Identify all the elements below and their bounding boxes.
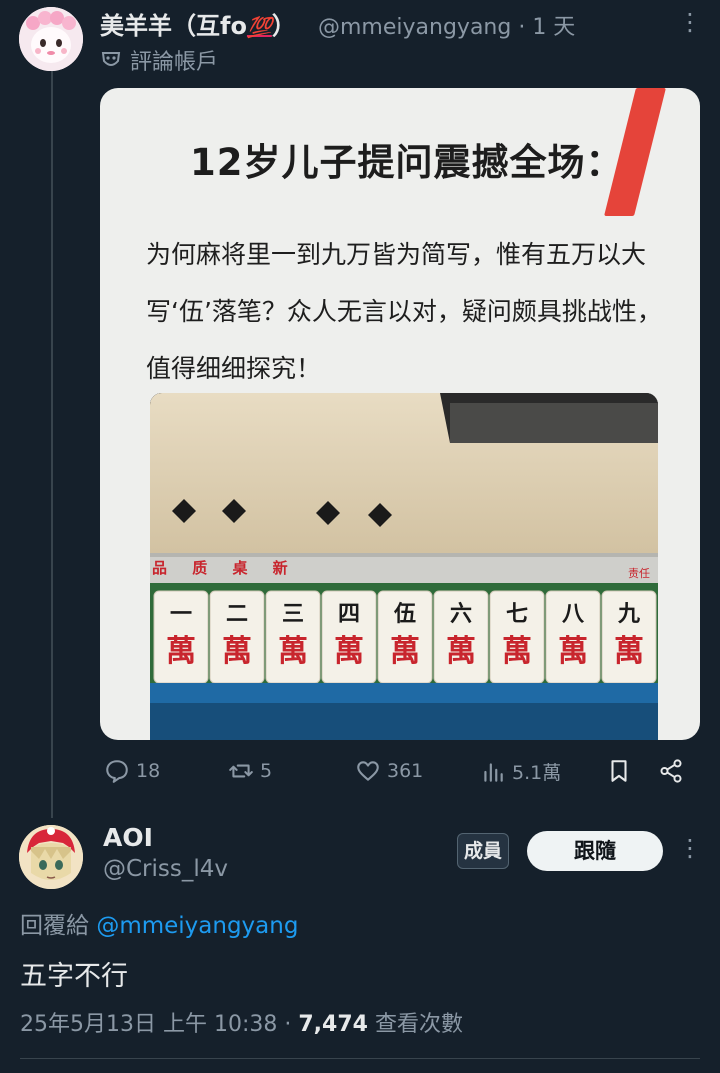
tile-number-label: 八	[562, 601, 585, 627]
like-count: 361	[387, 760, 424, 782]
replying-to-label: 回覆給	[20, 913, 89, 939]
reply-action[interactable]: 18	[104, 758, 160, 784]
bookmark-icon	[611, 760, 627, 782]
poster-name-close: ）	[271, 12, 296, 40]
tile-number-label: 七	[506, 601, 528, 627]
reply-meta: 25年5月13日 上午 10:38 · 7,474 查看次數	[20, 1006, 463, 1038]
share-action[interactable]	[658, 758, 684, 784]
repost-count: 5	[260, 760, 273, 782]
bottom-divider	[20, 1058, 700, 1059]
poster-handle-row: @mmeiyangyang · 1 天	[318, 9, 575, 41]
bookmark-action[interactable]	[606, 758, 632, 784]
rack-print-right: 责任	[628, 567, 650, 580]
reply-more-icon[interactable]: ⋮	[678, 834, 702, 864]
replier-avatar[interactable]	[19, 825, 83, 889]
mahjong-tile: 二萬	[209, 590, 265, 684]
views-action[interactable]: 5.1萬	[480, 758, 561, 785]
mahjong-photo: 品 质 桌 新 责任 一萬二萬三萬四萬伍萬六萬七萬八萬九萬	[150, 393, 658, 740]
mahjong-tile: 四萬	[321, 590, 377, 684]
replier-handle[interactable]: @Criss_l4v	[103, 856, 228, 882]
tile-number-label: 三	[282, 601, 304, 627]
account-label: 評論帳戶	[130, 50, 219, 75]
reply-timestamp[interactable]: 25年5月13日 上午 10:38 ·	[20, 1012, 298, 1037]
tile-wan-label: 萬	[614, 634, 644, 669]
tile-number-label: 伍	[393, 601, 416, 627]
mahjong-tile: 九萬	[601, 590, 657, 684]
tile-wan-label: 萬	[390, 634, 420, 669]
reply-count: 18	[136, 760, 161, 782]
reply-views-count: 7,474	[298, 1012, 368, 1037]
mask-icon	[100, 49, 122, 71]
views-bar-chart-icon	[484, 762, 503, 782]
tile-wan-label: 萬	[502, 634, 532, 669]
replier-name[interactable]: AOI	[103, 823, 153, 852]
rack-print-text: 品 质 桌 新	[152, 559, 298, 577]
tile-wan-label: 萬	[166, 634, 196, 669]
mahjong-tile: 三萬	[265, 590, 321, 684]
tile-wan-label: 萬	[222, 634, 252, 669]
post-media-image[interactable]: 12岁儿子提问震撼全场： 为何麻将里一到九万皆为简写，惟有五万以大写‘伍’落笔？…	[100, 88, 700, 740]
tile-wan-label: 萬	[446, 634, 476, 669]
tile-number-label: 六	[450, 601, 472, 627]
repost-action[interactable]: 5	[228, 758, 272, 784]
hundred-emoji: 💯	[246, 15, 272, 39]
views-count: 5.1萬	[512, 762, 562, 784]
mahjong-tile: 七萬	[489, 590, 545, 684]
share-icon	[660, 759, 682, 783]
replying-to-mention[interactable]: @mmeiyangyang	[96, 913, 298, 939]
poster-handle[interactable]: @mmeiyangyang	[318, 15, 511, 40]
heart-icon	[357, 761, 379, 781]
media-body-text: 为何麻将里一到九万皆为简写，惟有五万以大写‘伍’落笔？众人无言以对，疑问颇具挑战…	[146, 240, 662, 383]
thread-connector-line	[51, 70, 53, 818]
post-more-icon[interactable]: ⋮	[678, 8, 702, 38]
post-time[interactable]: · 1 天	[518, 15, 575, 40]
media-title: 12岁儿子提问震撼全场：	[190, 141, 624, 184]
tile-number-label: 二	[226, 601, 248, 627]
post-action-bar: 18 5 361 5.1萬	[100, 758, 700, 790]
poster-avatar[interactable]	[19, 7, 83, 71]
reply-text: 五字不行	[20, 961, 128, 992]
tile-number-label: 四	[338, 601, 360, 627]
poster-name-text: 美羊羊（互fo	[100, 12, 247, 40]
mahjong-tile: 伍萬	[377, 590, 433, 684]
follow-button[interactable]: 跟隨	[527, 831, 663, 871]
reply-bubble-icon	[106, 760, 128, 783]
like-action[interactable]: 361	[355, 758, 423, 784]
tile-wan-label: 萬	[334, 634, 364, 669]
reply-views-label: 查看次數	[367, 1012, 463, 1037]
member-badge: 成員	[457, 833, 509, 869]
tile-number-label: 九	[617, 601, 640, 627]
tile-wan-label: 萬	[558, 634, 588, 669]
mahjong-tile: 六萬	[433, 590, 489, 684]
mahjong-tile: 一萬	[153, 590, 209, 684]
tile-wan-label: 萬	[278, 634, 308, 669]
repost-icon	[229, 764, 253, 778]
tile-number-label: 一	[170, 601, 192, 627]
mahjong-tile: 八萬	[545, 590, 601, 684]
replying-to-line: 回覆給 @mmeiyangyang	[20, 906, 298, 940]
poster-display-name[interactable]: 美羊羊（互fo💯）	[100, 6, 296, 41]
mahjong-photo-svg: 品 质 桌 新 责任 一萬二萬三萬四萬伍萬六萬七萬八萬九萬	[150, 393, 658, 740]
account-label-row: 評論帳戶	[100, 44, 218, 76]
